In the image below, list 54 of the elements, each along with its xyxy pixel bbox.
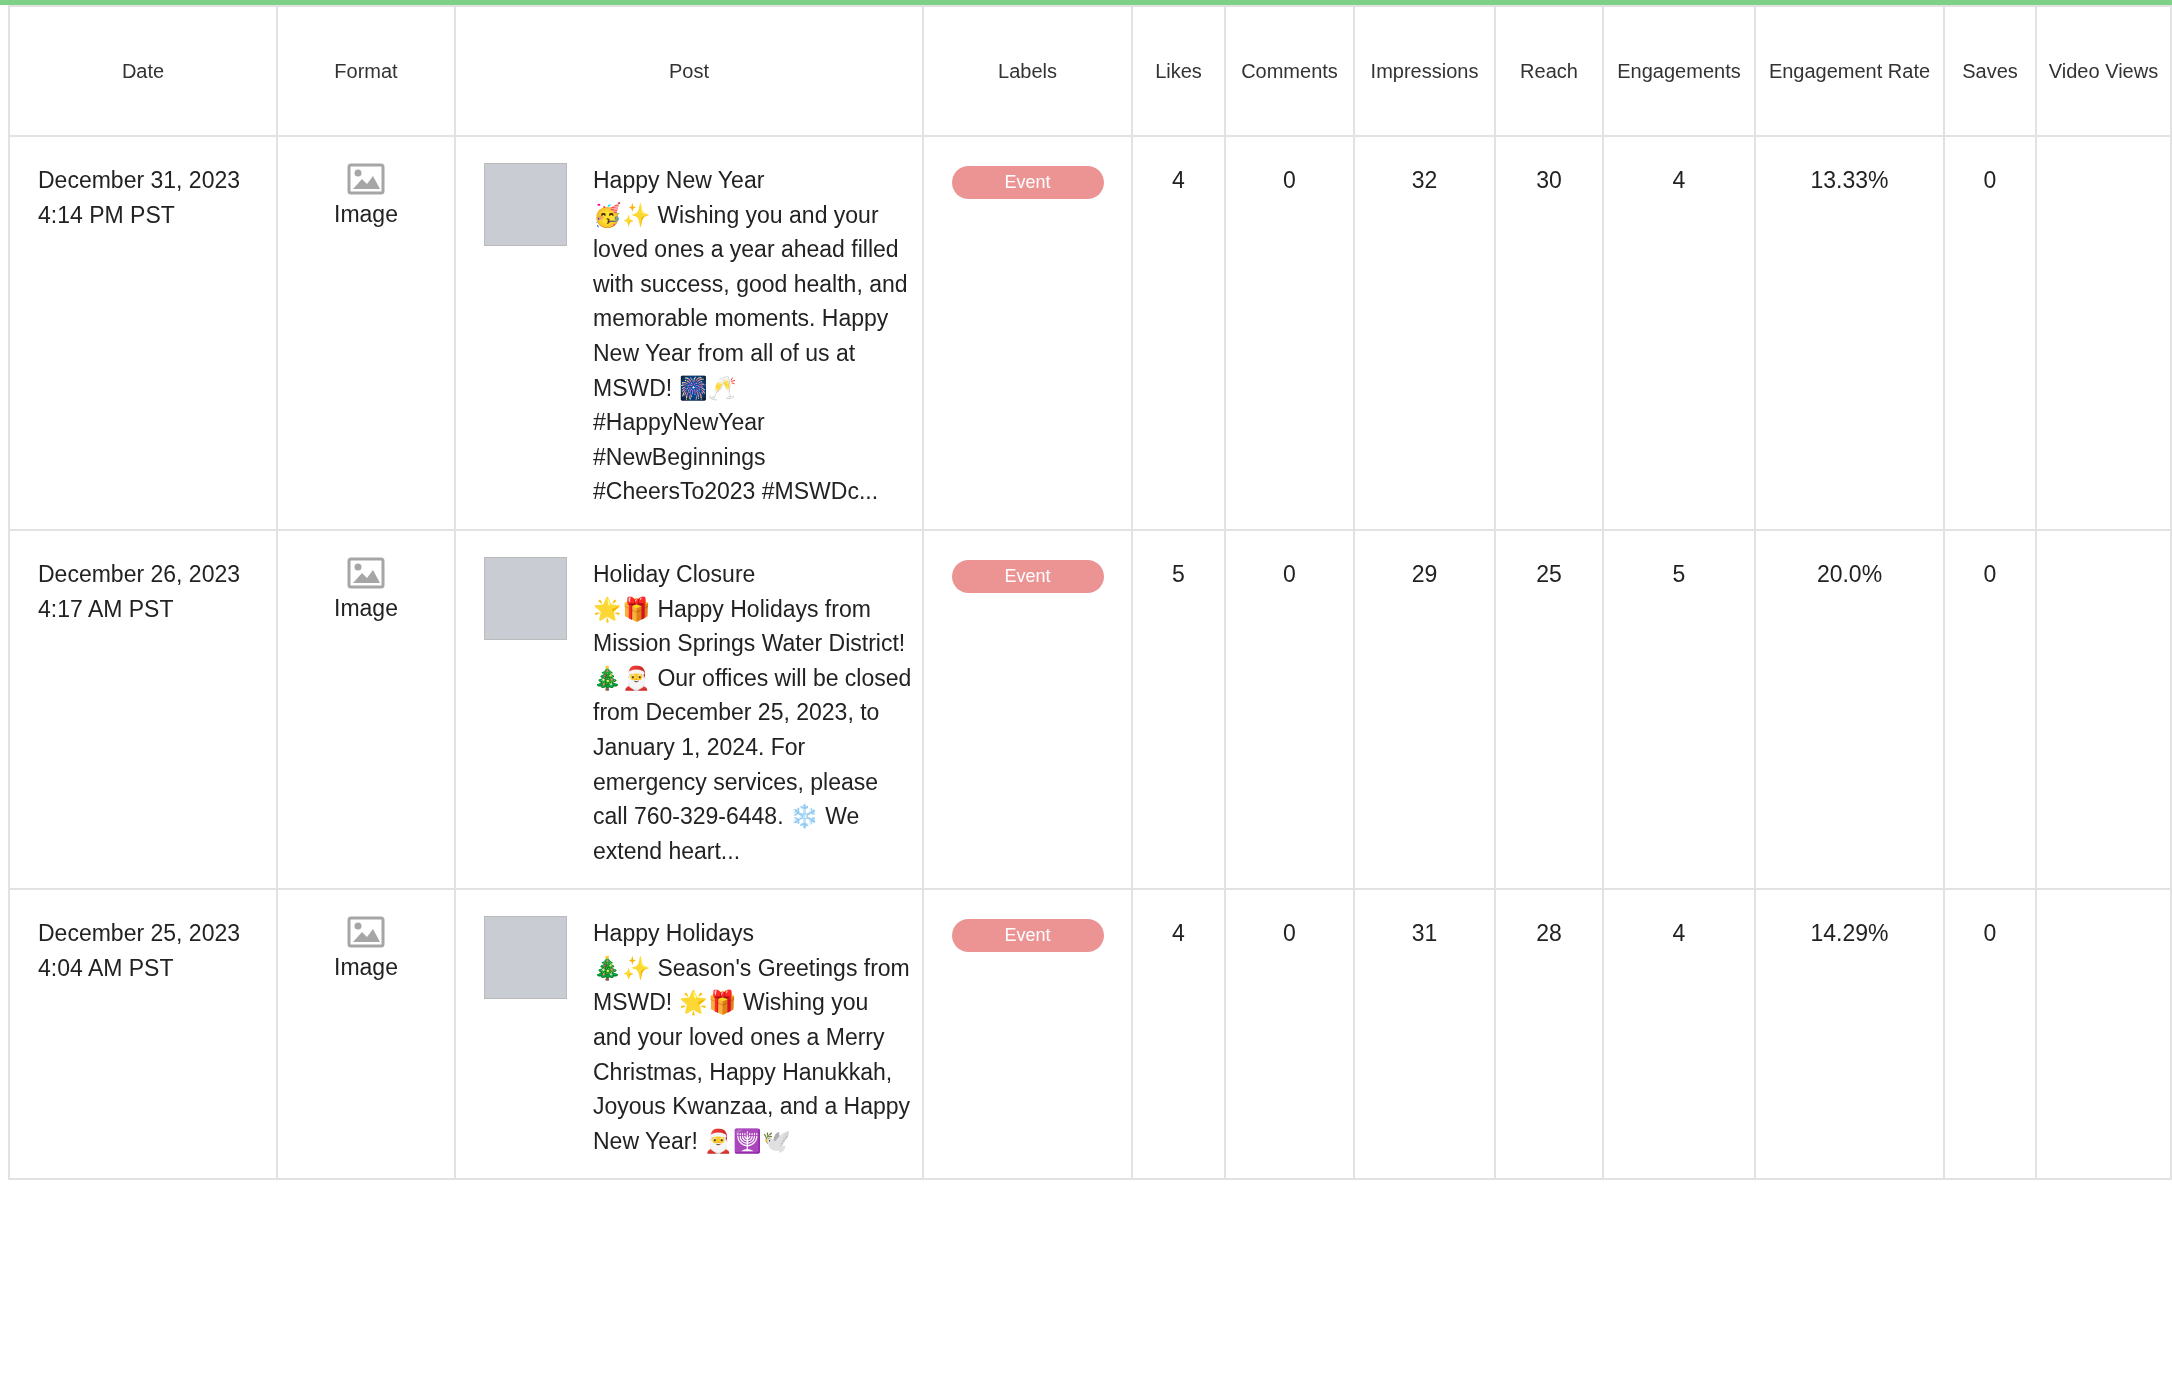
metric-value: 31 xyxy=(1411,920,1438,947)
date-text: December 31, 2023 xyxy=(38,166,241,195)
column-header: Likes xyxy=(1155,60,1202,82)
date-text: December 26, 2023 xyxy=(38,559,241,589)
label-tag: Event xyxy=(951,559,1104,593)
metric-value: 0 xyxy=(1283,167,1296,193)
metric-value: 4 xyxy=(1172,920,1185,947)
image-icon xyxy=(347,556,385,589)
post-title: Happy New Year xyxy=(593,166,766,195)
metric-value: 0 xyxy=(1283,920,1296,947)
metric-value: 0 xyxy=(1983,920,1997,947)
metric-value: 29 xyxy=(1411,560,1438,587)
format-text: Image xyxy=(333,200,399,229)
date-text: December 25, 2023 xyxy=(38,919,241,949)
metric-value: 20.0% xyxy=(1816,560,1883,587)
column-header: Format xyxy=(334,60,398,82)
metric-value: 32 xyxy=(1411,167,1438,193)
metric-value: 5 xyxy=(1172,560,1185,587)
metric-value: 4 xyxy=(1172,167,1185,193)
metric-value: 30 xyxy=(1536,167,1562,193)
time-text: 4:14 PM PST xyxy=(38,200,176,230)
image-icon xyxy=(347,163,385,195)
metric-value: 14.29% xyxy=(1810,920,1889,947)
post-title: Happy Holidays xyxy=(593,919,756,949)
column-header: Video Views xyxy=(2048,60,2159,82)
label-tag: Event xyxy=(951,919,1104,953)
metric-value: 4 xyxy=(1672,920,1686,947)
column-header: Engagements xyxy=(1617,60,1741,82)
metric-value: 4 xyxy=(1672,167,1686,193)
time-text: 4:17 AM PST xyxy=(38,594,175,624)
column-header: Reach xyxy=(1520,60,1578,82)
post-text: 🥳✨ Wishing you and your loved ones a year ahead filled with success, good health, and memorable moments. Happy New Year from all of us at MSWD! 🎆🥂 #HappyNewYear #NewBeginnings #CheersTo2023 #MSWDc... xyxy=(593,200,909,507)
column-header: Date xyxy=(121,60,165,82)
column-header: Saves xyxy=(1962,60,2018,82)
post-text: 🌟🎁 Happy Holidays from Mission Springs Water District! 🎄🎅 Our offices will be closed from December 25, 2023, to January 1, 2024. For emergency services, please call 760-329-6448. ❄ We extend heart... xyxy=(593,594,912,866)
metric-value: 5 xyxy=(1672,560,1686,587)
metric-value: 0 xyxy=(1983,560,1997,587)
metric-value: 25 xyxy=(1536,560,1562,587)
label-tag: Event xyxy=(951,166,1104,199)
column-header: Labels xyxy=(998,60,1057,82)
time-text: 4:04 AM PST xyxy=(38,953,175,983)
column-header: Impressions xyxy=(1370,60,1479,82)
post-text: 🎄✨ Season's Greetings from MSWD! 🌟🎁 Wishing you and your loved ones a Merry Christmas, Happy Hanukkah, Joyous Kwanzaa, and a Happy New Year! 🎅🕎🕊 xyxy=(593,953,912,1156)
metric-value: 0 xyxy=(1983,167,1997,193)
metric-value: 28 xyxy=(1536,920,1562,947)
metric-value: 13.33% xyxy=(1810,167,1889,193)
image-icon xyxy=(347,916,385,949)
post-title: Holiday Closure xyxy=(593,559,757,589)
format-text: Image xyxy=(333,953,399,983)
format-text: Image xyxy=(333,593,399,623)
column-header: Engagement Rate xyxy=(1768,60,1931,82)
column-header: Post xyxy=(669,60,709,82)
metric-value: 0 xyxy=(1283,560,1296,587)
column-header: Comments xyxy=(1241,60,1338,82)
